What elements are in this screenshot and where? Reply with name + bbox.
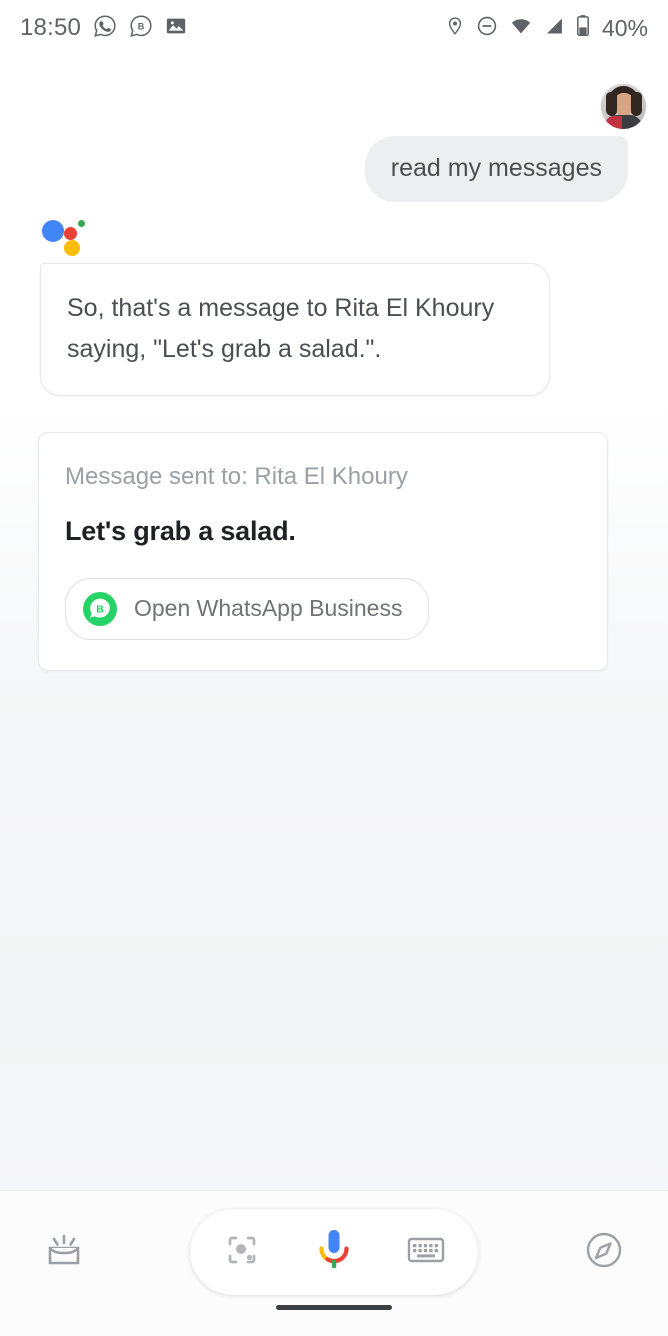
bottom-bar [0,1190,668,1336]
snapshot-icon [41,1227,87,1278]
avatar-hair-left [606,92,617,116]
google-lens-icon [222,1230,262,1275]
user-avatar[interactable] [601,84,646,129]
battery-icon [576,14,590,42]
snapshot-button[interactable] [34,1222,94,1282]
explore-compass-icon [582,1228,626,1277]
google-lens-button[interactable] [216,1224,268,1280]
message-sent-card[interactable]: Message sent to: Rita El Khoury Let's gr… [38,432,608,671]
wifi-icon [509,15,533,42]
bottom-bar-row [0,1191,668,1313]
avatar-row [601,84,646,129]
explore-button[interactable] [574,1222,634,1282]
whatsapp-business-icon: B [82,591,118,627]
conversation-area: read my messages So, that's a message to… [0,56,668,1190]
avatar-hair-right [631,92,642,116]
assistant-dot-blue [42,220,64,242]
image-icon [165,15,187,42]
whatsapp-icon [93,14,117,43]
assistant-dot-red [64,227,77,240]
assistant-block: So, that's a message to Rita El Khoury s… [0,214,668,671]
svg-text:B: B [96,603,104,615]
assistant-dot-green [78,220,85,227]
home-indicator[interactable] [276,1305,392,1310]
assistant-message-bubble: So, that's a message to Rita El Khoury s… [40,263,550,396]
open-whatsapp-business-label: Open WhatsApp Business [134,595,403,622]
location-icon [445,15,465,42]
status-bar-left: 18:50 B [20,14,187,43]
battery-percent: 40% [601,14,648,41]
keyboard-button[interactable] [400,1224,452,1280]
dnd-icon [476,15,498,42]
google-mic-icon [314,1226,354,1279]
card-message-text: Let's grab a salad. [65,515,296,546]
assistant-dot-yellow [64,240,80,256]
assistant-screen: 18:50 B 40% read my messages So, that's … [0,0,668,1336]
keyboard-icon [407,1235,445,1270]
google-assistant-logo [40,214,88,256]
open-whatsapp-business-button[interactable]: B Open WhatsApp Business [65,577,430,640]
status-bar: 18:50 B 40% [0,0,668,56]
svg-text:B: B [138,21,145,31]
voice-search-button[interactable] [308,1224,360,1280]
user-message-bubble: read my messages [364,136,628,203]
status-bar-right: 40% [445,14,648,42]
whatsapp-business-icon: B [129,14,153,43]
card-recipient-label: Message sent to: Rita El Khoury [65,463,408,490]
avatar-shirt [605,116,622,129]
signal-icon [544,15,565,42]
assistant-input-pill [190,1209,478,1295]
status-time: 18:50 [20,14,82,41]
